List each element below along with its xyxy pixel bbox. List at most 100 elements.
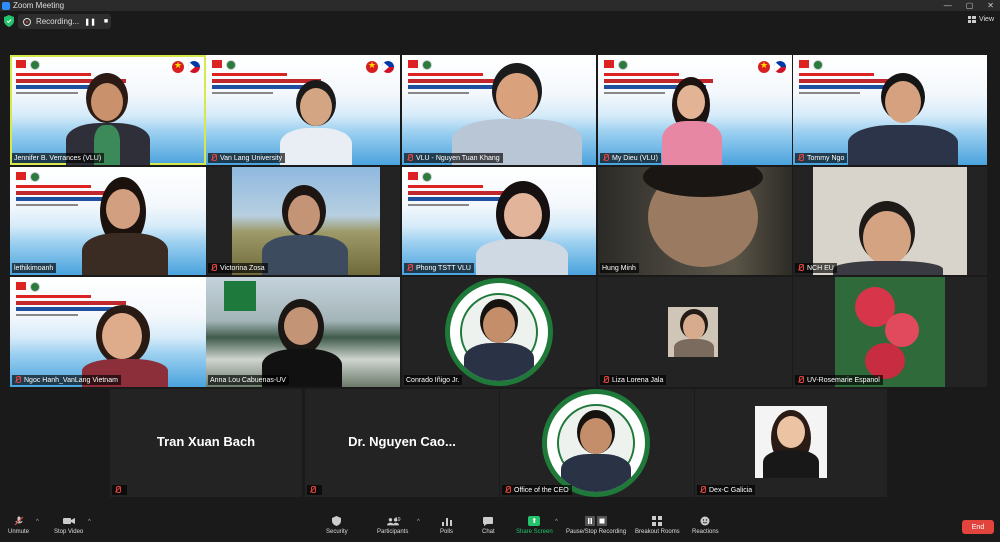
- mic-muted-icon: [406, 264, 413, 272]
- video-tile[interactable]: Van Lang University: [206, 55, 400, 165]
- participant-name: lethikimoanh: [12, 263, 57, 273]
- minimize-button[interactable]: —: [944, 1, 952, 10]
- video-tile[interactable]: Dr. Nguyen Cao...: [305, 389, 499, 497]
- participant-photo: [755, 406, 827, 478]
- video-tile[interactable]: Victorina Zosa: [206, 167, 400, 275]
- gallery-view-icon: [967, 16, 976, 23]
- participant-video: [848, 73, 958, 165]
- participant-name: Tommy Ngo: [795, 153, 848, 163]
- reactions-button[interactable]: Reactions: [692, 516, 719, 535]
- mic-muted-icon: [797, 154, 804, 162]
- flags: [172, 60, 200, 73]
- video-tile[interactable]: Liza Lorena Jala: [598, 277, 792, 387]
- chat-button[interactable]: Chat: [482, 516, 495, 535]
- participant-name: Dex-C Galicia: [697, 485, 756, 495]
- mic-muted-icon: [210, 154, 217, 162]
- participant-video: [813, 167, 967, 275]
- participants-button[interactable]: 19 Participants: [377, 516, 408, 535]
- participant-display-name: Tran Xuan Bach: [156, 434, 256, 449]
- participant-name: Ngoc Hanh_VanLang Vietnam: [12, 375, 121, 385]
- philippines-flag-icon: [382, 61, 394, 73]
- video-tile[interactable]: Tran Xuan Bach: [110, 389, 302, 497]
- participant-photo: [445, 278, 553, 386]
- video-tile[interactable]: Tommy Ngo: [793, 55, 987, 165]
- audio-options-chevron-icon[interactable]: ^: [36, 519, 39, 525]
- share-arrow-icon: ⬆: [528, 516, 541, 526]
- video-tile[interactable]: Ngoc Hanh_VanLang Vietnam: [10, 277, 206, 387]
- video-options-chevron-icon[interactable]: ^: [88, 519, 91, 525]
- participant-video: [58, 73, 158, 165]
- philippines-flag-icon: [188, 61, 200, 73]
- smiley-icon: [699, 516, 711, 526]
- participant-name: Van Lang University: [208, 153, 286, 163]
- philippines-flag-icon: [774, 61, 786, 73]
- participant-name: NCH EU: [795, 263, 837, 273]
- flags: [758, 60, 786, 73]
- vietnam-flag-icon: [366, 60, 378, 73]
- meeting-info-bar: Recording... ❚❚ ■ View: [0, 11, 1000, 31]
- security-button[interactable]: Security: [326, 516, 348, 535]
- mic-muted-icon: [602, 154, 609, 162]
- mic-muted-icon: [699, 486, 706, 494]
- vietnam-flag-icon: [758, 60, 770, 73]
- participants-chevron-icon[interactable]: ^: [417, 519, 420, 525]
- participant-name-label: [112, 485, 127, 495]
- view-button[interactable]: View: [967, 16, 994, 23]
- participant-name: Jennifer B. Verrances (VLU): [12, 153, 105, 163]
- participant-video: [276, 80, 356, 165]
- video-tile[interactable]: Anna Lou Cabuenas-UV: [206, 277, 400, 387]
- bar-chart-icon: [441, 516, 453, 526]
- participant-name: My Dieu (VLU): [600, 153, 661, 163]
- grid-icon: [651, 516, 663, 526]
- pause-stop-recording-button[interactable]: Pause/Stop Recording: [566, 516, 626, 535]
- stop-video-button[interactable]: Stop Video: [54, 516, 83, 535]
- participant-name: Office of the CEO: [502, 485, 572, 495]
- video-camera-icon: [62, 516, 75, 526]
- breakout-rooms-button[interactable]: Breakout Rooms: [635, 516, 680, 535]
- chat-bubble-icon: [482, 516, 494, 526]
- pause-recording-button[interactable]: ❚❚: [84, 17, 96, 27]
- mic-muted-icon: [797, 376, 804, 384]
- unmute-button[interactable]: Unmute: [8, 516, 29, 535]
- participant-name: VLU - Nguyen Tuan Khang: [404, 153, 503, 163]
- end-meeting-button[interactable]: End: [962, 520, 994, 534]
- shield-icon[interactable]: [4, 15, 14, 27]
- participant-video: [80, 177, 170, 275]
- video-tile[interactable]: Phong TSTT VLU: [402, 167, 596, 275]
- window-controls: — ▢ ✕: [944, 1, 1000, 10]
- video-tile[interactable]: Dex-C Galicia: [695, 389, 887, 497]
- mic-muted-icon: [406, 154, 413, 162]
- participant-video: [598, 167, 792, 275]
- close-button[interactable]: ✕: [987, 1, 994, 10]
- participant-photo: [668, 307, 718, 357]
- video-tile[interactable]: NCH EU: [793, 167, 987, 275]
- participant-video: [472, 181, 572, 275]
- video-tile[interactable]: lethikimoanh: [10, 167, 206, 275]
- participant-name: Victorina Zosa: [208, 263, 268, 273]
- video-tile[interactable]: VLU - Nguyen Tuan Khang: [402, 55, 596, 165]
- participant-video: [232, 167, 380, 275]
- video-tile[interactable]: Hung Minh: [598, 167, 792, 275]
- window-title: Zoom Meeting: [13, 1, 65, 10]
- participant-name: Conrado Iñigo Jr.: [404, 375, 463, 385]
- video-tile[interactable]: My Dieu (VLU): [598, 55, 792, 165]
- stop-recording-button[interactable]: ■: [101, 17, 111, 27]
- participant-name-label: [307, 485, 322, 495]
- mic-muted-icon: [210, 264, 217, 272]
- participant-name: Liza Lorena Jala: [600, 375, 667, 385]
- recording-dot-icon: [23, 17, 31, 26]
- recording-indicator: Recording... ❚❚ ■: [18, 14, 111, 29]
- maximize-button[interactable]: ▢: [966, 1, 974, 10]
- share-screen-button[interactable]: ⬆ Share Screen: [516, 516, 553, 535]
- flags: [366, 60, 394, 73]
- vietnam-flag-icon: [172, 60, 184, 73]
- video-tile[interactable]: Jennifer B. Verrances (VLU): [10, 55, 206, 165]
- mic-muted-icon: [14, 376, 21, 384]
- video-tile[interactable]: Office of the CEO: [500, 389, 694, 497]
- polls-button[interactable]: Polls: [440, 516, 453, 535]
- video-tile[interactable]: Conrado Iñigo Jr.: [402, 277, 596, 387]
- share-options-chevron-icon[interactable]: ^: [555, 519, 558, 525]
- participant-video: [206, 277, 400, 387]
- video-tile[interactable]: UV-Rosemarie Espanol: [793, 277, 987, 387]
- mic-muted-icon: [13, 516, 25, 526]
